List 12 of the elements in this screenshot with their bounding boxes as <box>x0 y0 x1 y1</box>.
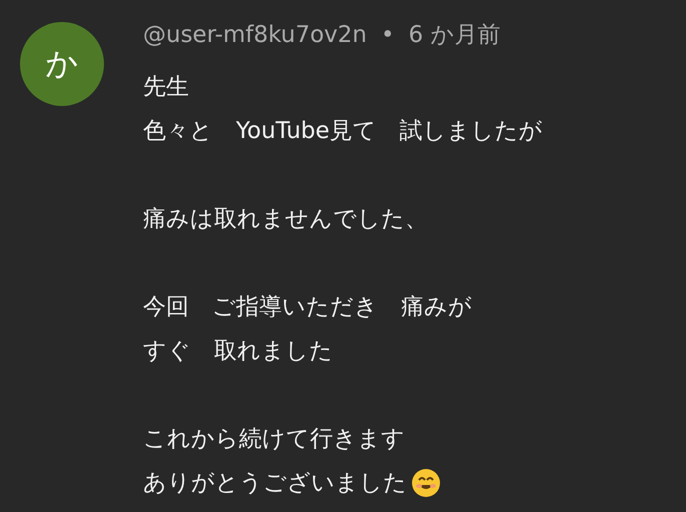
separator: • <box>380 21 394 50</box>
comment-line: 色々と YouTube見て 試しましたが <box>143 117 543 146</box>
comment-line: 痛みは取れませんでした、 <box>143 205 428 234</box>
comment-line: 先生 <box>143 73 189 102</box>
smile-emoji-icon <box>411 468 441 498</box>
comment-time[interactable]: 6 か月前 <box>408 20 500 50</box>
comment-line: 今回 ご指導いただき 痛みが <box>143 293 472 322</box>
comment-line: これから続けて行きます <box>143 425 405 454</box>
author-name[interactable]: @user-mf8ku7ov2n <box>143 20 367 50</box>
avatar[interactable]: か <box>20 22 104 106</box>
comment-line: ありがとうございました <box>143 469 407 498</box>
comment-line: すぐ 取れました <box>143 337 333 366</box>
